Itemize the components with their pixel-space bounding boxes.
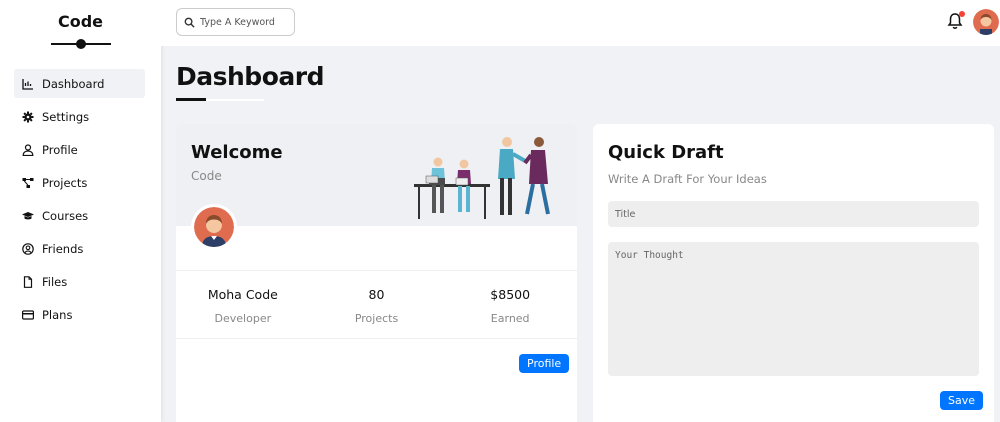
sidebar-item-label: Friends xyxy=(42,241,84,256)
sidebar-item-label: Profile xyxy=(42,142,78,157)
profile-stats: Moha Code Developer 80 Projects $8500 Ea… xyxy=(176,270,577,339)
quick-draft-card: Quick Draft Write A Draft For Your Ideas… xyxy=(593,124,994,422)
gear-icon xyxy=(22,111,34,123)
draft-body-textarea[interactable] xyxy=(608,242,979,376)
sidebar-item-courses[interactable]: Courses xyxy=(14,201,145,230)
welcome-banner: Welcome Code xyxy=(176,124,577,226)
draft-title-input[interactable] xyxy=(608,201,979,227)
sidebar-item-label: Dashboard xyxy=(42,76,105,91)
draft-title: Quick Draft xyxy=(608,142,724,163)
sidebar-item-label: Plans xyxy=(42,307,73,322)
sidebar-item-label: Projects xyxy=(42,175,88,190)
brand-title: Code xyxy=(57,12,104,31)
search-input[interactable] xyxy=(200,16,290,28)
diagram-project-icon xyxy=(22,177,34,189)
page-title: Dashboard xyxy=(176,62,324,91)
user-icon xyxy=(22,143,34,156)
file-icon xyxy=(22,275,34,288)
graduation-cap-icon xyxy=(22,210,34,222)
stat-value: $8500 xyxy=(490,287,531,302)
sidebar-item-friends[interactable]: Friends xyxy=(14,234,145,263)
credit-card-icon xyxy=(22,309,34,321)
sidebar-item-settings[interactable]: Settings xyxy=(14,102,145,131)
sidebar-item-label: Courses xyxy=(42,208,89,223)
team-illustration xyxy=(414,137,550,219)
sidebar-item-projects[interactable]: Projects xyxy=(14,168,145,197)
search-box[interactable] xyxy=(176,8,295,36)
welcome-subtitle: Code xyxy=(191,169,222,183)
sidebar-item-label: Files xyxy=(42,274,68,289)
notification-bell[interactable] xyxy=(947,11,965,30)
brand-divider xyxy=(50,39,111,49)
stat-value: 80 xyxy=(368,287,385,302)
search-icon xyxy=(184,17,195,28)
sidebar-item-profile[interactable]: Profile xyxy=(14,135,145,164)
stat-name: Moha Code Developer xyxy=(176,271,310,338)
circle-user-icon xyxy=(22,242,34,255)
sidebar-item-dashboard[interactable]: Dashboard xyxy=(14,69,145,98)
chart-line-icon xyxy=(22,78,34,90)
save-button[interactable]: Save xyxy=(940,391,984,410)
title-underline xyxy=(176,98,266,101)
top-header xyxy=(161,0,1000,46)
avatar xyxy=(191,204,237,250)
sidebar-nav: Dashboard Settings Profile Projects Cour… xyxy=(0,69,161,329)
welcome-title: Welcome xyxy=(191,142,283,163)
welcome-card: Welcome Code Moha Code Developer 80 Proj… xyxy=(176,124,577,422)
stat-projects: 80 Projects xyxy=(310,271,444,338)
draft-subtitle: Write A Draft For Your Ideas xyxy=(608,172,767,186)
sidebar-item-files[interactable]: Files xyxy=(14,267,145,296)
sidebar: Code Dashboard Settings Profile Projects… xyxy=(0,0,161,422)
stat-earned: $8500 Earned xyxy=(443,271,577,338)
stat-value: Moha Code xyxy=(207,287,278,302)
stat-label: Earned xyxy=(490,312,530,325)
sidebar-item-plans[interactable]: Plans xyxy=(14,300,145,329)
sidebar-item-label: Settings xyxy=(42,109,90,124)
stat-label: Developer xyxy=(214,312,272,325)
profile-button[interactable]: Profile xyxy=(519,354,570,373)
avatar[interactable] xyxy=(973,9,999,35)
stat-label: Projects xyxy=(354,312,399,325)
notification-badge xyxy=(959,11,965,17)
